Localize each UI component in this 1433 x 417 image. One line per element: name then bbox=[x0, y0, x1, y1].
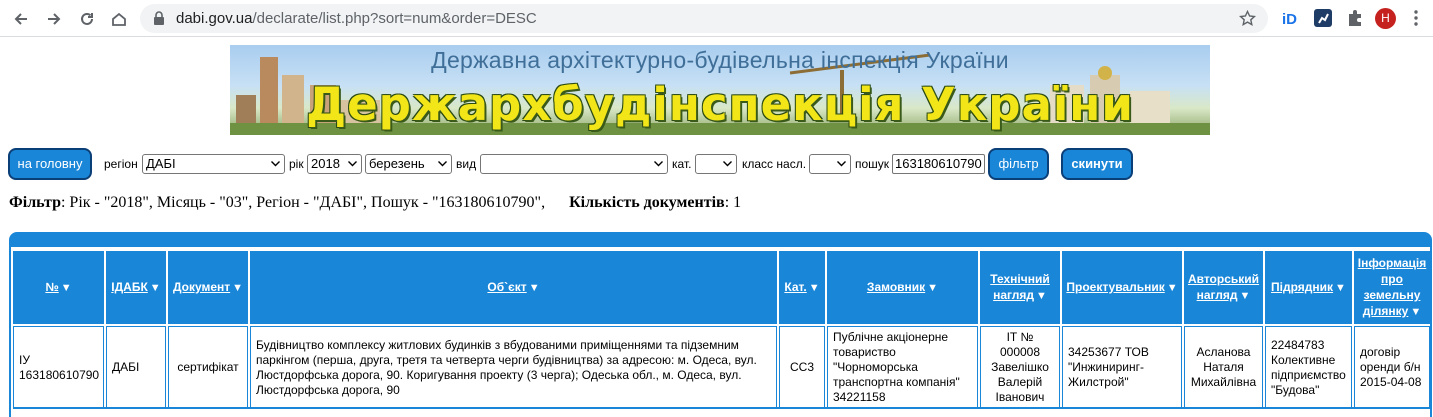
extension-id-icon[interactable]: iD bbox=[1281, 8, 1301, 28]
cell-object: Будівництво комплексу житлових будинків … bbox=[250, 326, 777, 409]
cell-customer: Публічне акціонерне товариство "Чорномор… bbox=[827, 326, 978, 409]
document-count-label: Кількість документів bbox=[569, 194, 725, 211]
sort-desc-icon[interactable]: ▼ bbox=[1167, 280, 1178, 296]
chevron-down-icon bbox=[654, 161, 663, 167]
table-row: ІУ 163180610790 ДАБІ сертифікат Будівниц… bbox=[13, 326, 1430, 409]
filter-summary-label: Фільтр bbox=[9, 194, 61, 211]
column-header-customer[interactable]: Замовник ▼ bbox=[827, 251, 978, 324]
column-header-author-supervision[interactable]: Авторський нагляд ▼ bbox=[1184, 251, 1263, 324]
search-label: пошук bbox=[855, 157, 890, 171]
cell-idabk: ДАБІ bbox=[106, 326, 166, 409]
filter-summary: Фільтр: Рік - "2018", Місяць - "03", Рег… bbox=[9, 194, 741, 212]
search-input[interactable]: 163180610790 bbox=[892, 154, 985, 174]
sort-desc-icon[interactable]: ▼ bbox=[150, 280, 161, 296]
cell-category: СС3 bbox=[779, 326, 825, 409]
column-header-land-info[interactable]: Інформація про земельну ділянку ▼ bbox=[1354, 251, 1430, 324]
table-bottom-border bbox=[13, 407, 1430, 409]
cell-contractor: 22484783 Колективне підприємство "Будова… bbox=[1265, 326, 1352, 409]
column-header-tech-supervision[interactable]: Технічний нагляд ▼ bbox=[980, 251, 1060, 324]
sort-desc-icon[interactable]: ▼ bbox=[529, 280, 540, 296]
url-text: dabi.gov.ua/declarate/list.php?sort=num&… bbox=[176, 10, 537, 27]
sort-desc-icon[interactable]: ▼ bbox=[927, 280, 938, 296]
browser-menu-icon[interactable] bbox=[1414, 9, 1418, 27]
cell-document: сертифікат bbox=[168, 326, 248, 409]
site-banner: Державна архітектурно-будівельна інспекц… bbox=[230, 45, 1210, 135]
column-header-document[interactable]: Документ ▼ bbox=[168, 251, 248, 324]
results-table-body: № ▼ ІДАБК ▼ Документ ▼ Об`єкт ▼ Кат. ▼ Замовн… bbox=[11, 247, 1430, 417]
home-button[interactable]: на головну bbox=[8, 148, 92, 180]
document-count-value: : 1 bbox=[724, 194, 742, 211]
cell-designer: 34253677 ТОВ "Инжиниринг-Жилстрой" bbox=[1062, 326, 1182, 409]
svg-text:iD: iD bbox=[1282, 11, 1297, 28]
extension-runner-icon[interactable] bbox=[1313, 8, 1333, 28]
sort-desc-icon[interactable]: ▼ bbox=[1335, 280, 1346, 296]
region-select[interactable]: ДАБІ bbox=[142, 154, 285, 174]
column-header-category[interactable]: Кат. ▼ bbox=[779, 251, 825, 324]
column-header-contractor[interactable]: Підрядник ▼ bbox=[1265, 251, 1352, 324]
column-header-idabk[interactable]: ІДАБК ▼ bbox=[106, 251, 166, 324]
lock-icon[interactable] bbox=[152, 11, 166, 26]
reload-icon[interactable] bbox=[74, 6, 100, 32]
category-label: кат. bbox=[672, 157, 692, 171]
results-table-frame: № ▼ ІДАБК ▼ Документ ▼ Об`єкт ▼ Кат. ▼ Замовн… bbox=[9, 232, 1432, 417]
column-header-designer[interactable]: Проектувальник ▼ bbox=[1062, 251, 1182, 324]
filter-button[interactable]: фільтр bbox=[988, 148, 1049, 180]
filter-summary-text: : Рік - "2018", Місяць - "03", Регіон - … bbox=[60, 194, 546, 211]
banner-title: Держархбудінспекція України bbox=[306, 78, 1134, 131]
bookmark-star-icon[interactable] bbox=[1239, 10, 1256, 27]
sort-desc-icon[interactable]: ▼ bbox=[1410, 304, 1421, 320]
forward-icon[interactable] bbox=[41, 6, 67, 32]
extensions-puzzle-icon[interactable] bbox=[1345, 8, 1365, 28]
class-label: класс насл. bbox=[742, 157, 807, 171]
banner-subtitle: Державна архітектурно-будівельна інспекц… bbox=[431, 47, 1009, 73]
month-select[interactable]: березень bbox=[365, 154, 452, 174]
cell-num: ІУ 163180610790 bbox=[13, 326, 104, 409]
type-select[interactable] bbox=[480, 154, 668, 174]
class-select[interactable] bbox=[809, 154, 851, 174]
sort-desc-icon[interactable]: ▼ bbox=[61, 280, 72, 296]
sort-desc-icon[interactable]: ▼ bbox=[809, 280, 820, 296]
column-header-num[interactable]: № ▼ bbox=[13, 251, 104, 324]
sort-desc-icon[interactable]: ▼ bbox=[1036, 288, 1047, 304]
column-header-object[interactable]: Об`єкт ▼ bbox=[250, 251, 777, 324]
year-label: рік bbox=[289, 157, 304, 171]
back-icon[interactable] bbox=[8, 6, 34, 32]
cell-author-supervision: Асланова Наталя Михайлівна bbox=[1184, 326, 1263, 409]
region-label: регіон bbox=[104, 157, 138, 171]
chevron-down-icon bbox=[271, 161, 280, 167]
chevron-down-icon bbox=[837, 161, 846, 167]
chevron-down-icon bbox=[348, 161, 357, 167]
type-label: вид bbox=[456, 157, 477, 171]
cell-land-info: договір оренди б/н 2015-04-08 bbox=[1354, 326, 1430, 409]
category-select[interactable] bbox=[695, 154, 737, 174]
cell-tech-supervision: ІТ № 000008 Завелішко Валерій Іванович bbox=[980, 326, 1060, 409]
profile-avatar[interactable]: Н bbox=[1375, 8, 1396, 29]
address-bar[interactable]: dabi.gov.ua/declarate/list.php?sort=num&… bbox=[140, 4, 1268, 33]
table-header-row: № ▼ ІДАБК ▼ Документ ▼ Об`єкт ▼ Кат. ▼ Замовн… bbox=[13, 251, 1430, 324]
sort-desc-icon[interactable]: ▼ bbox=[1239, 288, 1250, 304]
reset-button[interactable]: скинути bbox=[1061, 148, 1133, 180]
home-icon[interactable] bbox=[106, 6, 132, 32]
sort-desc-icon[interactable]: ▼ bbox=[232, 280, 243, 296]
browser-toolbar: dabi.gov.ua/declarate/list.php?sort=num&… bbox=[0, 0, 1433, 37]
chevron-down-icon bbox=[723, 161, 732, 167]
results-table: № ▼ ІДАБК ▼ Документ ▼ Об`єкт ▼ Кат. ▼ Замовн… bbox=[11, 249, 1432, 411]
year-select[interactable]: 2018 bbox=[307, 154, 362, 174]
chevron-down-icon bbox=[438, 161, 447, 167]
